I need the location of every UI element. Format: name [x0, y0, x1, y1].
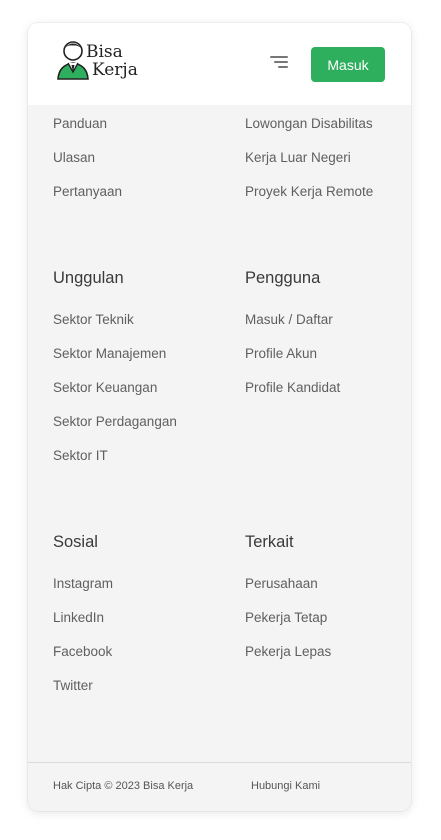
brand-name-line1: Bisa — [86, 42, 123, 62]
section-unggulan: Unggulan Sektor Teknik Sektor Manajemen … — [53, 261, 177, 473]
footer-link[interactable]: Kerja Luar Negeri — [245, 141, 373, 175]
footer-link[interactable]: LinkedIn — [53, 601, 113, 635]
footer-link[interactable]: Sektor Perdagangan — [53, 405, 177, 439]
login-button[interactable]: Masuk — [311, 47, 385, 82]
section-heading: Pengguna — [245, 269, 321, 287]
section-pengguna: Pengguna Masuk / Daftar Profile Akun Pro… — [245, 261, 340, 405]
footer-link[interactable]: Facebook — [53, 635, 113, 669]
footer-link[interactable]: Masuk / Daftar — [245, 303, 340, 337]
footer-link[interactable]: Instagram — [53, 567, 113, 601]
mobile-page: Bisa Kerja Masuk Panduan Ulasan Pertanya… — [28, 23, 411, 811]
brand-logo[interactable]: Bisa Kerja — [56, 39, 138, 83]
footer-link[interactable]: Perusahaan — [245, 567, 331, 601]
top-links-left: Panduan Ulasan Pertanyaan — [53, 107, 122, 209]
footer-link[interactable]: Pekerja Lepas — [245, 635, 331, 669]
footer-link[interactable]: Panduan — [53, 107, 122, 141]
footer-link[interactable]: Lowongan Disabilitas — [245, 107, 373, 141]
top-navbar: Bisa Kerja Masuk — [28, 23, 411, 105]
footer-link[interactable]: Pekerja Tetap — [245, 601, 331, 635]
section-sosial: Sosial Instagram LinkedIn Facebook Twitt… — [53, 525, 113, 703]
section-terkait: Terkait Perusahaan Pekerja Tetap Pekerja… — [245, 525, 331, 669]
section-heading: Terkait — [245, 533, 294, 551]
footer-link[interactable]: Twitter — [53, 669, 113, 703]
footer-link[interactable]: Sektor Manajemen — [53, 337, 177, 371]
section-heading: Unggulan — [53, 269, 124, 287]
hamburger-menu-icon[interactable] — [266, 54, 288, 72]
footer-link[interactable]: Sektor IT — [53, 439, 177, 473]
footer-link[interactable]: Ulasan — [53, 141, 122, 175]
footer-link[interactable]: Profile Kandidat — [245, 371, 340, 405]
footer-link[interactable]: Pertanyaan — [53, 175, 122, 209]
worker-avatar-icon — [57, 41, 89, 80]
footer-link[interactable]: Profile Akun — [245, 337, 340, 371]
section-heading: Sosial — [53, 533, 98, 551]
footer-link[interactable]: Sektor Keuangan — [53, 371, 177, 405]
footer-link[interactable]: Proyek Kerja Remote — [245, 175, 373, 209]
top-links-right: Lowongan Disabilitas Kerja Luar Negeri P… — [245, 107, 373, 209]
footer-link[interactable]: Sektor Teknik — [53, 303, 177, 337]
contact-link[interactable]: Hubungi Kami — [251, 780, 320, 792]
footer-divider — [28, 762, 411, 763]
brand-name: Bisa Kerja — [86, 43, 138, 79]
brand-name-line2: Kerja — [92, 60, 138, 80]
copyright-text: Hak Cipta © 2023 Bisa Kerja — [53, 780, 194, 792]
